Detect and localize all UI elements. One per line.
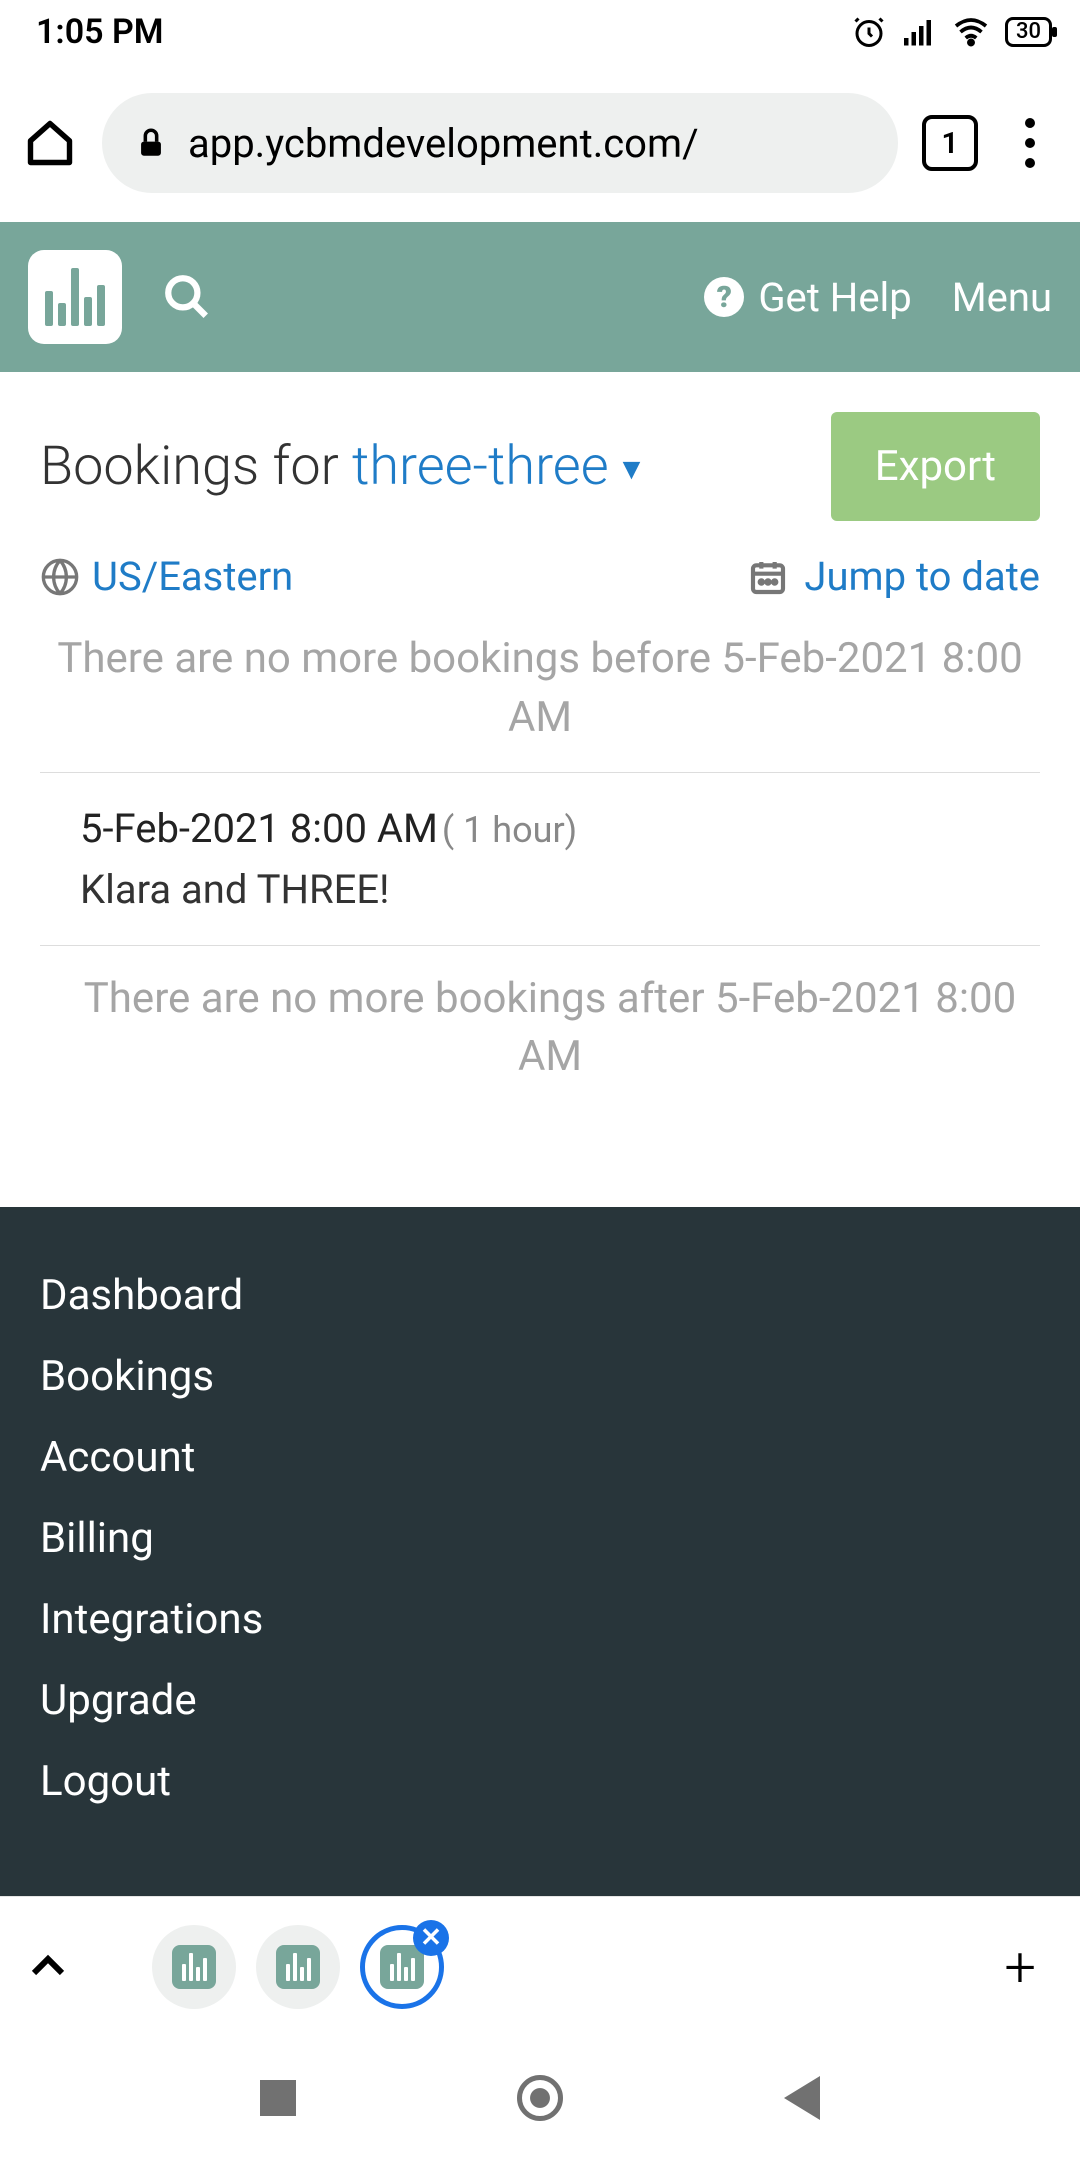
status-time: 1:05 PM	[36, 12, 164, 52]
nav-dashboard[interactable]: Dashboard	[40, 1255, 1040, 1336]
tab-chip-active[interactable]: ✕	[360, 1925, 444, 2009]
recent-apps-button[interactable]	[260, 2080, 296, 2116]
search-icon[interactable]	[162, 272, 212, 322]
nav-integrations[interactable]: Integrations	[40, 1579, 1040, 1660]
chevron-down-icon: ▼	[617, 452, 647, 487]
page-title: Bookings for three-three▼	[40, 435, 807, 498]
url-bar[interactable]: app.ycbmdevelopment.com/	[102, 93, 898, 193]
help-icon: ?	[704, 277, 744, 317]
battery-icon: 30	[1005, 17, 1052, 47]
chevron-up-icon[interactable]	[24, 1943, 72, 1991]
android-nav-bar	[0, 2036, 1080, 2160]
no-bookings-before: There are no more bookings before 5-Feb-…	[0, 630, 1080, 748]
back-button[interactable]	[784, 2076, 820, 2120]
chrome-tab-strip: ✕ +	[0, 1896, 1080, 2036]
timezone-selector[interactable]: US/Eastern	[40, 553, 293, 600]
app-header: ? Get Help Menu	[0, 222, 1080, 372]
no-bookings-after: There are no more bookings after 5-Feb-2…	[0, 970, 1080, 1088]
home-button[interactable]	[22, 115, 78, 171]
booking-datetime: 5-Feb-2021 8:00 AM	[80, 805, 438, 852]
nav-account[interactable]: Account	[40, 1417, 1040, 1498]
browser-menu-button[interactable]	[1002, 118, 1058, 168]
footer-nav: Dashboard Bookings Account Billing Integ…	[0, 1207, 1080, 1896]
calendar-icon	[748, 557, 788, 597]
booking-duration: ( 1 hour)	[442, 809, 577, 851]
get-help-link[interactable]: ? Get Help	[704, 274, 911, 321]
booking-title: Klara and THREE!	[80, 866, 1040, 913]
alarm-icon	[851, 14, 887, 50]
browser-toolbar: app.ycbmdevelopment.com/ 1	[0, 64, 1080, 222]
get-help-label: Get Help	[758, 274, 911, 321]
url-text: app.ycbmdevelopment.com/	[188, 120, 699, 167]
home-sys-button[interactable]	[517, 2075, 563, 2121]
tab-close-icon[interactable]: ✕	[413, 1920, 449, 1956]
menu-link[interactable]: Menu	[952, 274, 1052, 321]
tab-chip[interactable]	[256, 1925, 340, 2009]
calendar-selector[interactable]: three-three▼	[352, 435, 646, 498]
lock-icon	[134, 126, 168, 160]
signal-icon	[901, 14, 937, 50]
booking-item[interactable]: 5-Feb-2021 8:00 AM ( 1 hour) Klara and T…	[0, 797, 1080, 921]
nav-logout[interactable]: Logout	[40, 1741, 1040, 1822]
nav-upgrade[interactable]: Upgrade	[40, 1660, 1040, 1741]
new-tab-button[interactable]: +	[984, 1934, 1056, 2000]
tab-counter[interactable]: 1	[922, 115, 978, 171]
android-status-bar: 1:05 PM 30	[0, 0, 1080, 64]
jump-to-date[interactable]: Jump to date	[748, 553, 1040, 600]
nav-bookings[interactable]: Bookings	[40, 1336, 1040, 1417]
globe-icon	[40, 557, 80, 597]
app-logo[interactable]	[28, 250, 122, 344]
wifi-icon	[951, 14, 991, 50]
export-button[interactable]: Export	[831, 412, 1040, 521]
status-icons: 30	[851, 14, 1052, 50]
tab-chip[interactable]	[152, 1925, 236, 2009]
title-row: Bookings for three-three▼ Export	[0, 372, 1080, 541]
sub-row: US/Eastern Jump to date	[0, 541, 1080, 630]
nav-billing[interactable]: Billing	[40, 1498, 1040, 1579]
